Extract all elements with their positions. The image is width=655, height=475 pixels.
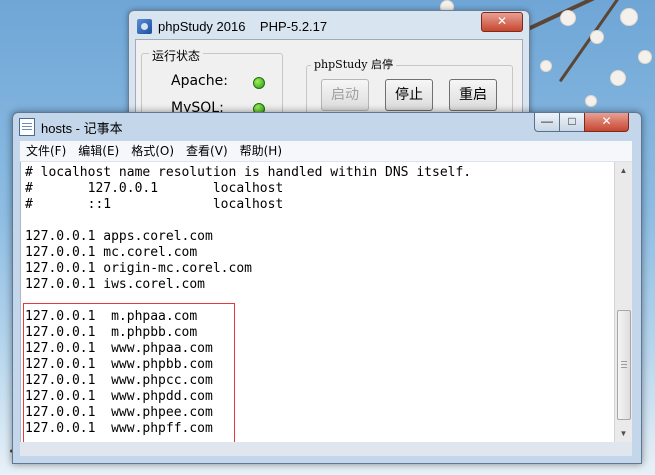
text-editor-area[interactable]: # localhost name resolution is handled w…	[20, 162, 615, 442]
scroll-up-button[interactable]: ▲	[615, 162, 632, 179]
status-group-label: 运行状态	[149, 47, 204, 64]
phpstudy-logo-icon	[137, 18, 152, 34]
blossom	[590, 30, 604, 44]
text-line: # localhost name resolution is handled w…	[25, 165, 472, 180]
text-line: 127.0.0.1 apps.corel.com	[25, 229, 213, 244]
control-group-label: phpStudy 启停	[311, 56, 396, 72]
notepad-window: hosts - 记事本 — □ ✕ 文件(F) 编辑(E) 格式(O) 查看(V…	[12, 112, 642, 464]
minimize-button[interactable]: —	[534, 113, 560, 132]
close-button[interactable]: ✕	[584, 113, 629, 132]
restart-button[interactable]: 重启	[449, 79, 497, 111]
thumb-grip	[621, 364, 627, 365]
menu-edit[interactable]: 编辑(E)	[72, 141, 125, 161]
menu-file[interactable]: 文件(F)	[20, 141, 72, 161]
blossom	[540, 60, 552, 72]
text-line: 127.0.0.1 mc.corel.com	[25, 245, 198, 260]
text-line: # ::1 localhost	[25, 197, 284, 212]
apache-status-indicator	[253, 77, 265, 89]
notepad-icon	[19, 118, 35, 136]
menu-view[interactable]: 查看(V)	[180, 141, 234, 161]
thumb-grip	[621, 361, 627, 362]
thumb-grip	[621, 367, 627, 368]
menu-format[interactable]: 格式(O)	[125, 141, 180, 161]
blossom	[620, 8, 638, 26]
window-bottom-frame	[20, 442, 632, 456]
blossom	[585, 95, 597, 107]
blossom	[638, 50, 652, 64]
scroll-down-button[interactable]: ▼	[615, 425, 632, 442]
vertical-scrollbar[interactable]: ▲ ▼	[614, 162, 632, 442]
phpstudy-title: phpStudy 2016 PHP-5.2.17	[158, 18, 328, 34]
scroll-thumb[interactable]	[617, 310, 631, 420]
text-line: # 127.0.0.1 localhost	[25, 181, 284, 196]
maximize-button[interactable]: □	[559, 113, 585, 132]
menu-help[interactable]: 帮助(H)	[234, 141, 288, 161]
phpstudy-titlebar[interactable]: phpStudy 2016 PHP-5.2.17	[137, 15, 327, 37]
text-line: 127.0.0.1 iws.corel.com	[25, 277, 206, 292]
apache-label: Apache:	[171, 73, 228, 89]
menu-bar: 文件(F) 编辑(E) 格式(O) 查看(V) 帮助(H)	[20, 141, 632, 162]
start-button[interactable]: 启动	[321, 79, 369, 111]
notepad-title: hosts - 记事本	[41, 120, 123, 136]
blossom	[610, 70, 626, 86]
phpstudy-close-button[interactable]: ✕	[481, 12, 523, 32]
stop-button[interactable]: 停止	[385, 79, 433, 111]
blossom	[560, 10, 576, 26]
text-line: 127.0.0.1 origin-mc.corel.com	[25, 261, 252, 276]
highlight-box	[23, 303, 235, 442]
notepad-titlebar[interactable]: hosts - 记事本	[19, 116, 123, 138]
